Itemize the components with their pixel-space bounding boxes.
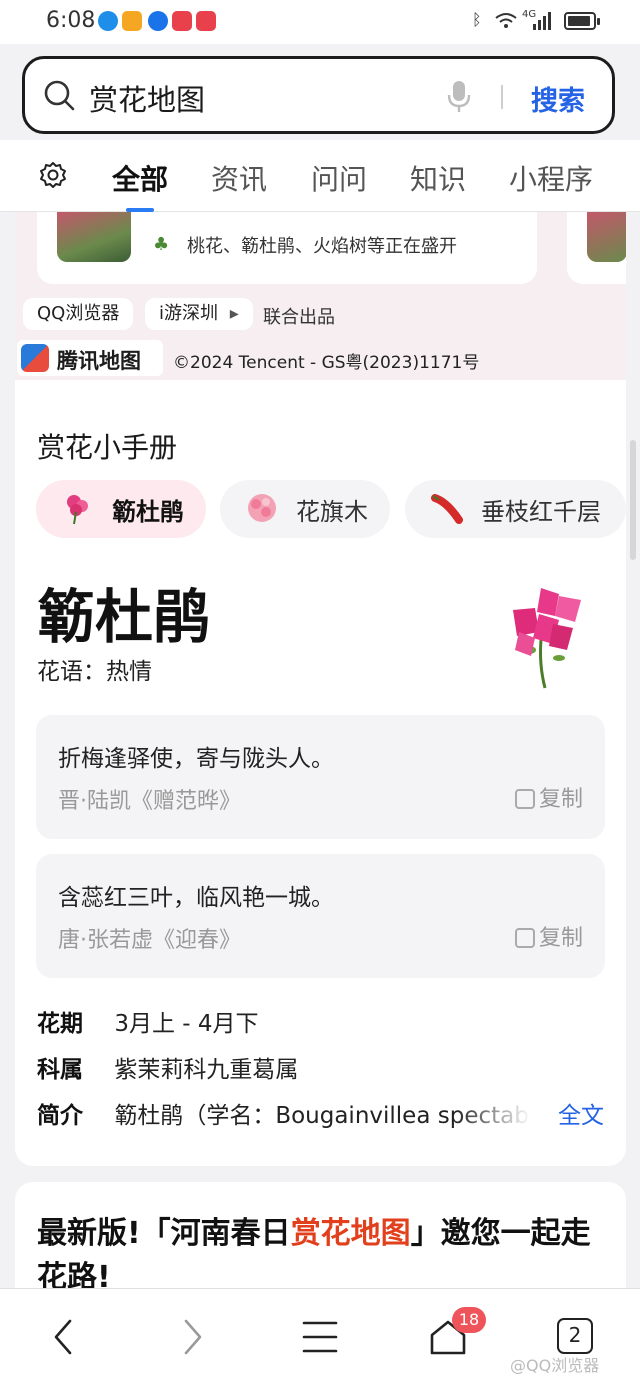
poem-card: 折梅逢驿使，寄与陇头人。 晋·陆凯《赠范晔》 复制 [36,715,605,839]
signal-icon [533,12,551,30]
news-title-part: 最新版!「河南春日 [37,1216,291,1251]
home-badge: 18 [452,1307,486,1333]
tab-count-button[interactable]: 2 [557,1318,593,1354]
copy-label: 复制 [538,926,583,951]
search-button[interactable]: 搜索 [531,79,585,118]
section-heading: 赏花小手册 [37,431,178,464]
full-text-link[interactable]: 全文 [558,1096,604,1130]
flower-meaning: 花语：热情 [37,659,152,685]
app-notification-icon [172,11,192,31]
tencent-map-logo: 腾讯地图 [17,340,163,376]
tab-questions[interactable]: 问问 [311,158,367,198]
flower-pill-bougainvillea[interactable]: 簕杜鹃 [36,480,206,538]
status-time: 6:08 [46,8,96,33]
gear-icon[interactable] [38,160,68,190]
category-tabs: 全部 资讯 问问 知识 小程序 [0,140,640,212]
info-value: 3月上 - 4月下 [114,1011,259,1037]
divider [501,85,503,109]
chevron-right-icon: ▸ [229,303,239,324]
city-chip[interactable]: i游深圳 ▸ [145,298,253,330]
search-icon [44,80,75,111]
copy-icon [514,789,535,809]
tree-icon: ♣ [153,234,170,255]
app-notification-icon [98,11,118,31]
flower-pill-label: 花旗木 [296,498,368,526]
back-icon[interactable] [44,1317,84,1357]
watermark: @QQ浏览器 [510,1356,600,1375]
info-key: 花期 [37,1011,83,1037]
browser-chip[interactable]: QQ浏览器 [23,298,134,330]
bougainvillea-image [513,588,581,689]
poem-card: 含蕊红三叶，临风艳一城。 唐·张若虚《迎春》 复制 [36,854,605,978]
flower-pill-label: 垂枝红千层 [481,498,601,526]
info-row-season: 花期 3月上 - 4月下 [37,1004,259,1038]
app-notification-icon [122,11,142,31]
compass-icon [21,344,49,372]
news-title[interactable]: 最新版!「河南春日赏花地图」邀您一起走花路! [37,1212,607,1300]
search-input[interactable]: 赏花地图 [89,77,205,119]
info-key: 简介 [37,1103,83,1129]
flower-name: 簕杜鹃 [37,583,212,651]
microphone-icon[interactable] [445,79,473,113]
bluetooth-icon: ᛒ [472,10,482,29]
copy-button[interactable]: 复制 [514,781,583,813]
map-copyright: ©2024 Tencent - GS粤(2023)1171号 [173,353,480,373]
tab-mini-programs[interactable]: 小程序 [509,158,593,198]
app-notification-icon [148,11,168,31]
info-key: 科属 [37,1057,83,1083]
tab-all[interactable]: 全部 [112,158,168,212]
info-value: 紫茉莉科九重葛属 [114,1057,299,1083]
copy-label: 复制 [538,787,583,812]
flower-pill-pink-trumpet[interactable]: 花旗木 [220,480,390,538]
poem-line: 折梅逢驿使，寄与陇头人。 [58,746,334,772]
city-chip-label: i游深圳 [159,303,219,324]
blooming-tip: 桃花、簕杜鹃、火焰树等正在盛开 [187,236,457,257]
copy-icon [514,928,535,948]
app-notification-icon [196,11,216,31]
wifi-icon [495,13,517,28]
status-bar: 6:08 ᛒ 4G [0,0,640,44]
map-section[interactable]: ♣ 桃花、簕杜鹃、火焰树等正在盛开 QQ浏览器 i游深圳 ▸ 联合出品 腾讯地图… [15,212,626,380]
battery-icon [564,12,600,30]
flower-pill-label: 簕杜鹃 [112,498,184,526]
flower-thumbnail [587,212,626,262]
map-result-card[interactable] [567,212,626,284]
joint-production-label: 联合出品 [263,307,335,328]
news-title-highlight: 赏花地图 [290,1216,411,1251]
flower-thumbnail [57,212,131,262]
flower-pill-weeping-bottlebrush[interactable]: 垂枝红千层 [405,480,626,538]
menu-icon[interactable] [300,1317,340,1357]
poem-author: 唐·张若虚《迎春》 [58,928,241,953]
poem-author: 晋·陆凯《赠范晔》 [58,789,241,814]
tab-news[interactable]: 资讯 [211,158,267,198]
search-bar[interactable]: 赏花地图 搜索 [22,56,615,134]
logo-text: 腾讯地图 [57,349,141,373]
forward-icon[interactable] [172,1317,212,1357]
info-row-family: 科属 紫茉莉科九重葛属 [37,1050,298,1084]
scrollbar[interactable] [630,440,636,560]
flower-icon [67,495,88,525]
map-result-card[interactable]: ♣ 桃花、簕杜鹃、火焰树等正在盛开 [37,212,537,284]
tab-knowledge[interactable]: 知识 [410,158,466,198]
news-result-card[interactable]: 最新版!「河南春日赏花地图」邀您一起走花路! [15,1182,626,1302]
poem-line: 含蕊红三叶，临风艳一城。 [58,885,334,911]
flower-icon [248,494,276,522]
text-fade [455,1094,531,1128]
copy-button[interactable]: 复制 [514,920,583,952]
flower-handbook-card: 赏花小手册 簕杜鹃 花旗木 垂枝红千层 簕杜鹃 花语：热情 折梅逢驿使，寄与陇头… [15,380,626,1166]
flower-icon [431,494,463,524]
